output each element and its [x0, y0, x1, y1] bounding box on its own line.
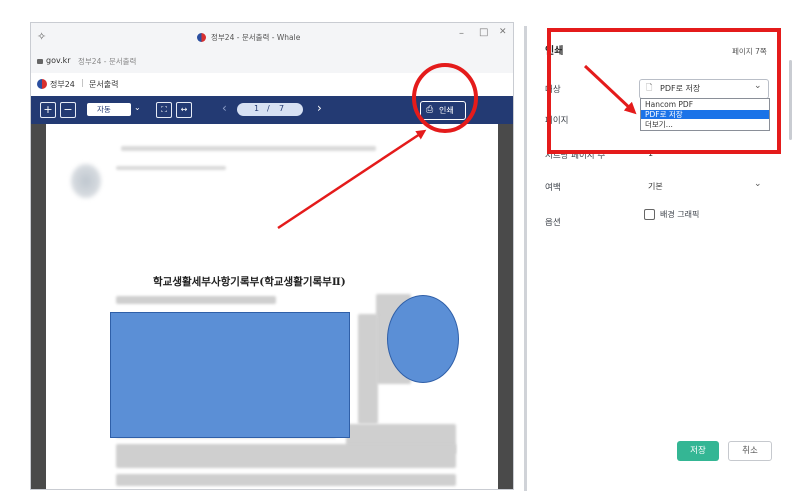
destination-highlight-box [547, 28, 781, 154]
annotation-overlay [277, 28, 781, 230]
print-arrow [277, 129, 427, 230]
print-highlight-circle [412, 63, 478, 133]
destination-arrow [583, 64, 637, 115]
